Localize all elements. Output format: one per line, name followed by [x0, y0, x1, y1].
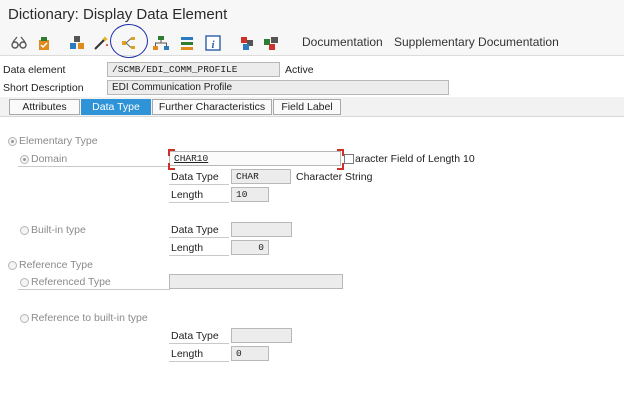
- data-type-field[interactable]: CHAR: [231, 169, 291, 184]
- data-type-separator: [169, 184, 229, 185]
- elementary-type-radio[interactable]: [8, 137, 17, 146]
- list-icon[interactable]: [178, 34, 196, 52]
- builtin-length-label: Length: [171, 242, 204, 254]
- hierarchy-tree-icon[interactable]: [152, 34, 170, 52]
- domain-separator: [18, 166, 170, 167]
- domain-description: aracter Field of Length 10: [355, 153, 475, 165]
- application-toolbar: i Documentation Supplementary Documentat…: [0, 31, 624, 56]
- tab-field-label[interactable]: Field Label: [273, 99, 341, 115]
- reference-type-radio[interactable]: [8, 261, 17, 270]
- supplementary-documentation-button[interactable]: Supplementary Documentation: [394, 35, 559, 49]
- elementary-type-label: Elementary Type: [19, 135, 98, 147]
- domain-radio[interactable]: [20, 155, 29, 164]
- ref-length-label: Length: [171, 348, 204, 360]
- tab-further-characteristics[interactable]: Further Characteristics: [152, 99, 272, 115]
- annotation-circle: [110, 24, 148, 58]
- where-used-icon[interactable]: [68, 34, 86, 52]
- referenced-type-radio[interactable]: [20, 278, 29, 287]
- required-corner: [337, 163, 344, 170]
- blocks-icon[interactable]: [262, 34, 280, 52]
- length-field[interactable]: 10: [231, 187, 269, 202]
- info-icon[interactable]: i: [204, 34, 222, 52]
- activate-icon[interactable]: [35, 34, 53, 52]
- magic-wand-icon[interactable]: [92, 34, 110, 52]
- short-description-label: Short Description: [3, 82, 84, 94]
- length-label: Length: [171, 189, 204, 201]
- reference-type-label: Reference Type: [19, 259, 93, 271]
- domain-field[interactable]: CHAR10: [169, 151, 341, 166]
- status-text: Active: [285, 64, 314, 76]
- builtin-data-type-field[interactable]: [231, 222, 292, 237]
- builtin-length-separator: [169, 255, 229, 256]
- required-corner: [168, 163, 175, 170]
- other-object-icon[interactable]: [238, 34, 256, 52]
- data-type-label: Data Type: [171, 171, 219, 183]
- tab-data-type[interactable]: Data Type: [81, 99, 151, 115]
- data-element-field[interactable]: /SCMB/EDI_COMM_PROFILE: [107, 62, 280, 77]
- builtin-data-type-label: Data Type: [171, 224, 219, 236]
- tab-attributes[interactable]: Attributes: [9, 99, 80, 115]
- glasses-icon[interactable]: [10, 34, 28, 52]
- short-description-field[interactable]: EDI Communication Profile: [107, 80, 449, 95]
- required-corner: [168, 149, 175, 156]
- ref-data-type-field[interactable]: [231, 328, 292, 343]
- tab-strip: Attributes Data Type Further Characteris…: [0, 97, 624, 117]
- ref-length-separator: [169, 361, 229, 362]
- length-separator: [169, 202, 229, 203]
- data-type-description: Character String: [296, 171, 373, 183]
- required-corner: [337, 149, 344, 156]
- builtin-data-type-separator: [169, 237, 229, 238]
- reference-builtin-radio[interactable]: [20, 314, 29, 323]
- domain-label: Domain: [31, 153, 68, 165]
- referenced-type-label: Referenced Type: [31, 276, 111, 288]
- ref-data-type-separator: [169, 343, 229, 344]
- referenced-type-field[interactable]: [169, 274, 343, 289]
- referenced-type-separator: [18, 289, 170, 290]
- documentation-button[interactable]: Documentation: [302, 35, 383, 49]
- builtin-type-radio[interactable]: [20, 226, 29, 235]
- builtin-type-label: Built-in type: [31, 224, 86, 236]
- ref-data-type-label: Data Type: [171, 330, 219, 342]
- builtin-length-field[interactable]: 0: [231, 240, 269, 255]
- reference-builtin-label: Reference to built-in type: [31, 312, 148, 324]
- data-element-label: Data element: [3, 64, 66, 76]
- domain-navigate-button[interactable]: [344, 154, 354, 164]
- ref-length-field[interactable]: 0: [231, 346, 269, 361]
- window-title: Dictionary: Display Data Element: [8, 6, 228, 23]
